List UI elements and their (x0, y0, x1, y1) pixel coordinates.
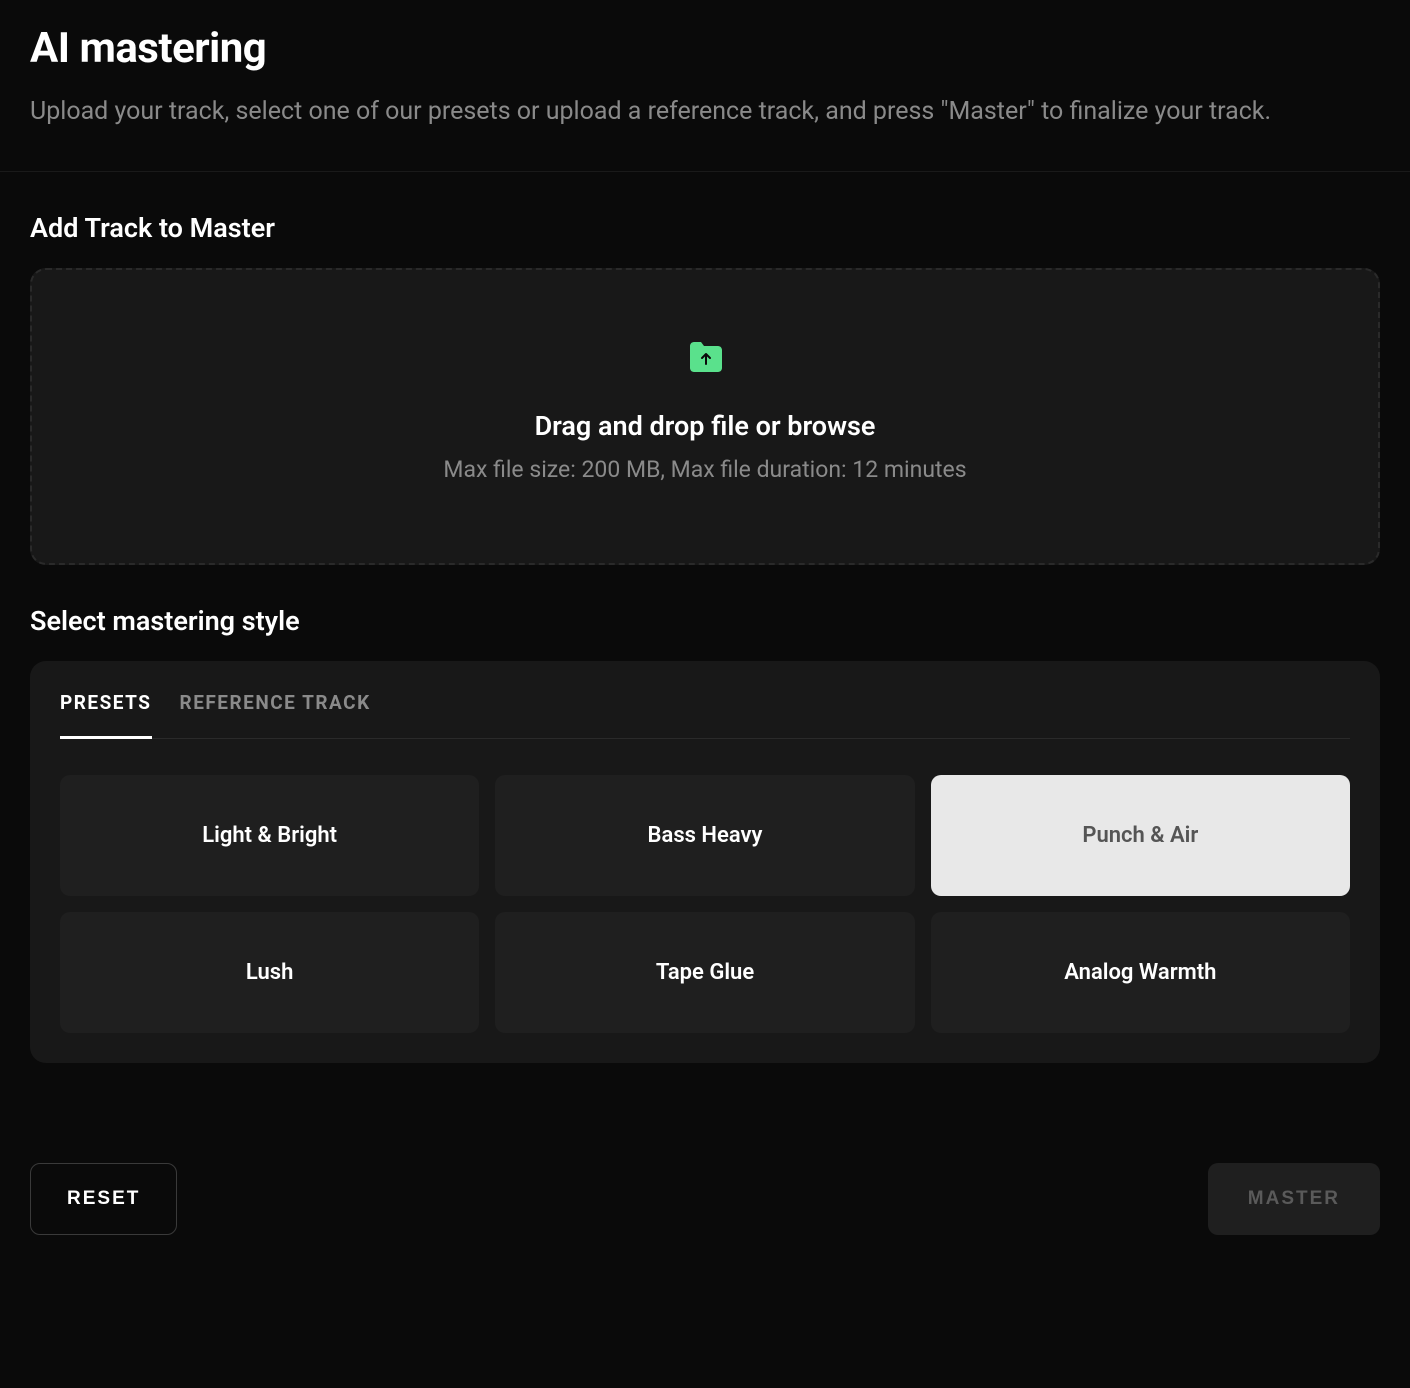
footer-actions: RESET MASTER (0, 1103, 1410, 1265)
style-tabs: PRESETS REFERENCE TRACK (60, 691, 1350, 739)
upload-heading: Add Track to Master (30, 212, 1380, 244)
dropzone-title: Drag and drop file or browse (535, 410, 876, 442)
upload-dropzone[interactable]: Drag and drop file or browse Max file si… (30, 268, 1380, 565)
page-subtitle: Upload your track, select one of our pre… (30, 93, 1320, 131)
preset-analog-warmth[interactable]: Analog Warmth (931, 912, 1350, 1033)
dropzone-subtitle: Max file size: 200 MB, Max file duration… (443, 456, 966, 483)
preset-punch-air[interactable]: Punch & Air (931, 775, 1350, 896)
style-heading: Select mastering style (30, 605, 1380, 637)
tab-reference-track[interactable]: REFERENCE TRACK (180, 691, 371, 738)
preset-tape-glue[interactable]: Tape Glue (495, 912, 914, 1033)
preset-light-bright[interactable]: Light & Bright (60, 775, 479, 896)
style-panel: PRESETS REFERENCE TRACK Light & Bright B… (30, 661, 1380, 1063)
presets-grid: Light & Bright Bass Heavy Punch & Air Lu… (60, 775, 1350, 1033)
preset-lush[interactable]: Lush (60, 912, 479, 1033)
page-title: AI mastering (30, 24, 1380, 73)
tab-presets[interactable]: PRESETS (60, 691, 152, 739)
master-button[interactable]: MASTER (1208, 1163, 1380, 1235)
preset-bass-heavy[interactable]: Bass Heavy (495, 775, 914, 896)
reset-button[interactable]: RESET (30, 1163, 177, 1235)
upload-folder-icon (686, 340, 724, 374)
